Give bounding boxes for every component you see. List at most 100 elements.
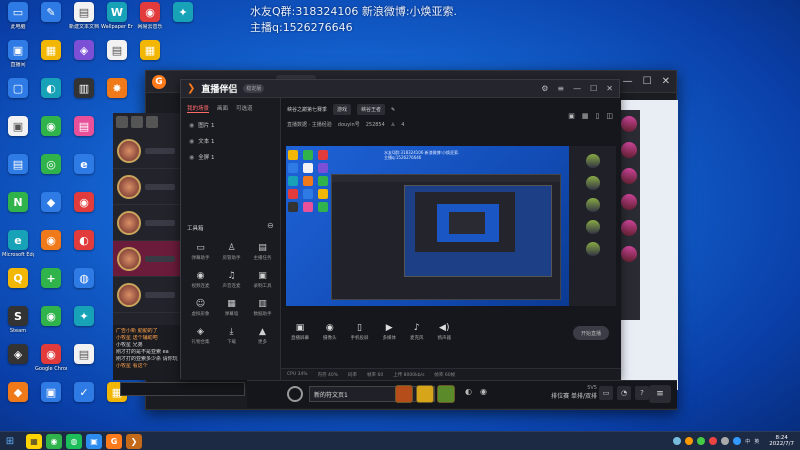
chat-icon[interactable]: ▭ [599,386,613,400]
scene-item[interactable]: ◉ 图片 1 [181,117,280,133]
source-button[interactable]: ▶ 多媒体 [383,323,397,341]
eye-icon[interactable]: ◉ [189,138,194,145]
desktop-icon[interactable]: ▤ [2,154,34,192]
toolbox-item[interactable]: ◈ 礼物合集 [185,322,216,350]
toolbox-item[interactable]: ▭ 弹幕助手 [185,238,216,266]
champion-row-selected[interactable] [113,241,183,277]
taskbar-wechat-icon[interactable]: ◍ [66,433,82,449]
minimize-icon[interactable]: — [573,84,581,93]
desktop-icon[interactable]: ◐ [68,230,100,268]
friend-avatar[interactable] [621,142,637,158]
desktop-icon[interactable]: ✸ [101,78,133,116]
taskbar-clock[interactable]: 8:24 2022/7/7 [769,435,794,447]
desktop-icon[interactable]: + [35,268,67,306]
source-button[interactable]: ♪ 麦克风 [410,323,424,341]
desktop-icon[interactable]: ▦ [35,40,67,78]
desktop-icon[interactable]: W Wallpaper Engine [101,2,133,40]
tray-icon[interactable] [721,437,730,445]
desktop-icon[interactable]: ▭ 此电脑 [2,2,34,40]
taskbar-game-icon[interactable]: G [106,433,122,449]
stream-stats-chip[interactable]: 直播数据 · 主播经验 [287,121,332,128]
filter-icon[interactable] [146,116,158,128]
emote-icon[interactable]: ◉ [480,387,487,396]
start-live-button[interactable]: 开始直播 [573,326,609,340]
tray-icon[interactable] [697,437,706,445]
scene-item[interactable]: ◉ 全屏 1 [181,149,280,165]
source-button[interactable]: ◉ 摄像头 [323,323,337,341]
room-chip[interactable]: 峡谷王者 [357,104,386,115]
desktop-icon[interactable]: ▥ [68,78,100,116]
desktop-icon[interactable]: ▢ [2,78,34,116]
category-chip[interactable]: 游戏 [333,104,352,115]
toolbox-item[interactable]: ▤ 主播任务 [247,238,278,266]
taskbar-app-icon[interactable]: ▣ [86,433,102,449]
filter-icon[interactable] [131,116,143,128]
help-icon[interactable]: ? [635,386,649,400]
filter-icon[interactable] [116,116,128,128]
ward-icon[interactable]: ◐ [465,387,472,396]
tray-icon[interactable] [685,437,694,445]
preview-mobile-icon[interactable]: ▯ [596,112,600,120]
desktop-icon[interactable]: ◉ Google Chrome [35,344,67,382]
minimize-icon[interactable]: — [623,76,633,87]
preview-grid-icon[interactable]: ▦ [582,112,589,120]
desktop-icon[interactable]: S Steam [2,306,34,344]
tray-icon[interactable] [709,437,718,445]
tray-icon[interactable] [733,437,742,445]
toolbox-item[interactable]: ♫ 声音连麦 [216,266,247,294]
tab-my-scenes[interactable]: 我的场景 [187,104,210,113]
preview-canvas[interactable]: 水友Q群:318324106 新浪微博:小焕亚索. 主播q:1526276646 [286,146,569,306]
desktop-icon[interactable]: ◈ [68,40,100,78]
toolbox-item[interactable]: ▦ 弹幕墙 [216,294,247,322]
desktop-icon[interactable]: ✦ [167,2,199,40]
champion-row[interactable] [113,133,183,169]
tab-optional[interactable]: 可选道 [236,104,253,113]
desktop-icon[interactable]: ◉ [35,116,67,154]
menu-icon[interactable]: ≡ [557,84,564,93]
champion-row[interactable] [113,169,183,205]
desktop-icon[interactable]: ◎ [35,154,67,192]
maximize-icon[interactable]: ☐ [590,84,597,93]
champion-row[interactable] [113,205,183,241]
notification-icon[interactable]: ◔ [617,386,631,400]
toolbox-item[interactable]: ◉ 视频连麦 [185,266,216,294]
taskbar-companion-icon[interactable]: ❯ [126,433,142,449]
spell-icon[interactable] [437,385,455,403]
desktop-icon[interactable]: e Microsoft Edge [2,230,34,268]
desktop-icon[interactable]: ▣ [35,382,67,420]
eye-icon[interactable]: ◉ [189,154,194,161]
toolbox-item[interactable]: ▥ 数据助手 [247,294,278,322]
desktop-icon[interactable]: Q [2,268,34,306]
toolbox-item[interactable]: ▲ 更多 [247,322,278,350]
desktop-icon[interactable]: ◉ [68,192,100,230]
toolbox-item[interactable]: ⤓ 下载 [216,322,247,350]
main-menu-button[interactable]: ≡ [649,385,671,403]
desktop-icon[interactable]: ✓ [68,382,100,420]
toolbox-item[interactable]: ▣ 录制工具 [247,266,278,294]
source-button[interactable]: ▯ 手机投屏 [351,323,369,341]
settings-icon[interactable]: ⚙ [541,84,548,93]
game-logo-icon[interactable]: G [152,74,166,89]
friend-avatar[interactable] [621,116,637,132]
taskbar-chrome-icon[interactable]: ◉ [46,433,62,449]
desktop-icon[interactable]: N [2,192,34,230]
friend-avatar[interactable] [621,246,637,262]
desktop-icon[interactable]: ✦ [68,306,100,344]
desktop-icon[interactable]: ▣ 直播间 [2,40,34,78]
desktop-icon[interactable]: ◈ [2,344,34,382]
desktop-icon[interactable]: ✎ [35,2,67,40]
scene-item[interactable]: ◉ 文本 1 [181,133,280,149]
preview-layout-icon[interactable]: ◫ [606,112,613,120]
close-icon[interactable]: ✕ [606,84,613,93]
rune-settings-icon[interactable] [287,386,303,402]
desktop-icon[interactable]: ▤ [68,116,100,154]
desktop-icon[interactable]: ◆ [2,382,34,420]
spell-icon[interactable] [416,385,434,403]
language-indicator[interactable]: 英 [754,438,759,445]
eye-icon[interactable]: ◉ [189,122,194,129]
toolbox-item[interactable]: ♙ 房管助手 [216,238,247,266]
desktop-icon[interactable]: ◉ 网易云音乐 [134,2,166,40]
stream-title[interactable]: 峡谷之巅第七赛季 [287,106,327,113]
taskbar-folder-icon[interactable]: ▦ [26,433,42,449]
desktop-icon[interactable]: ▤ [101,40,133,78]
